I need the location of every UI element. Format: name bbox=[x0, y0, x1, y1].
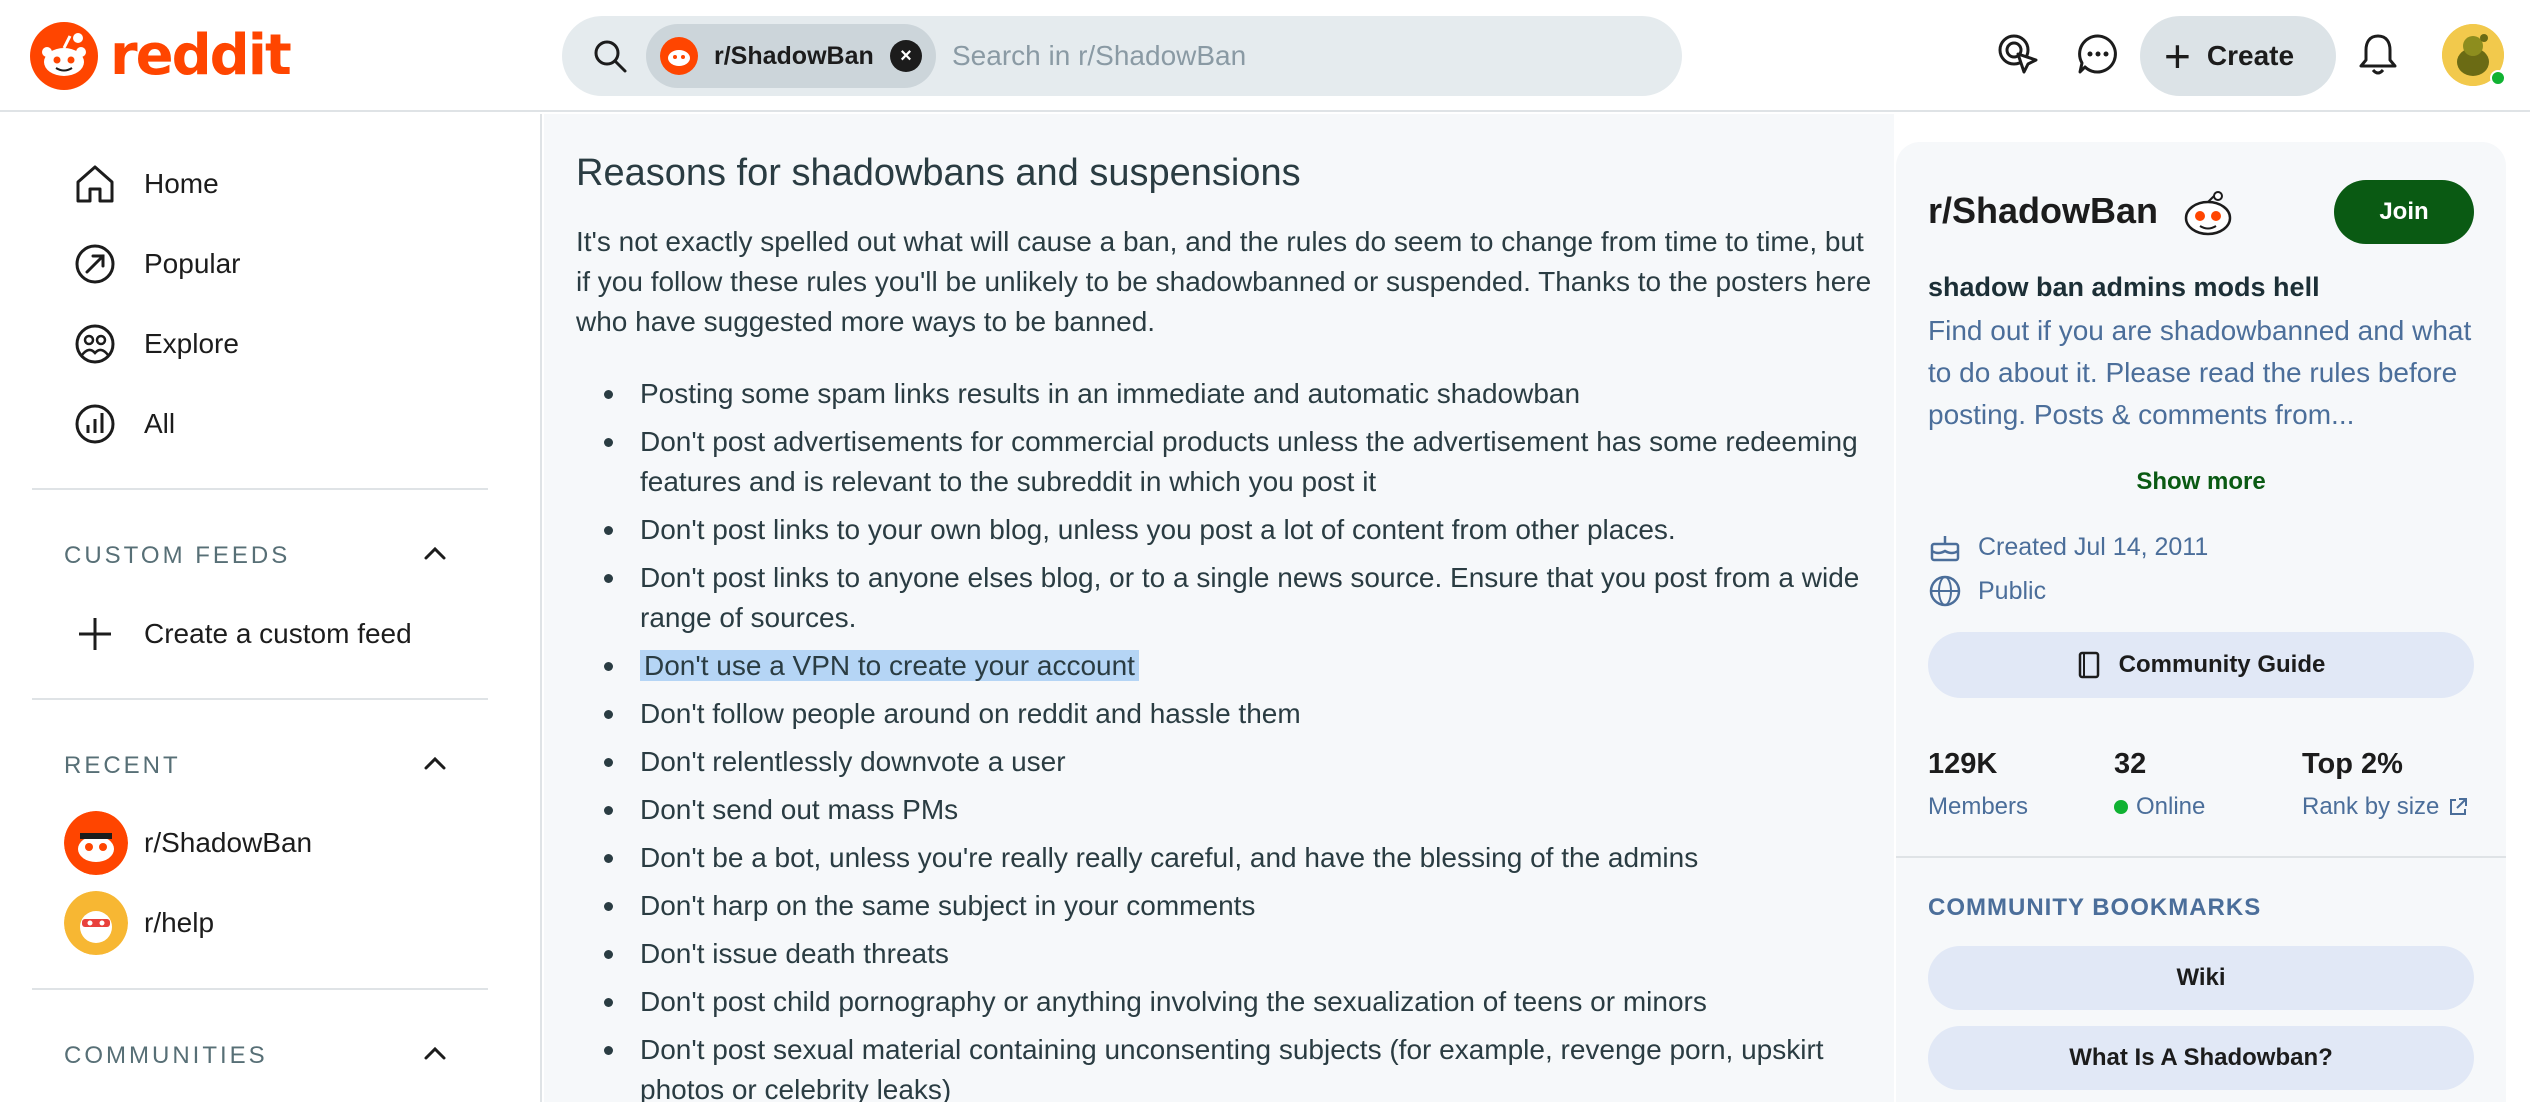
rank-label: Rank by size bbox=[2302, 793, 2440, 820]
list-item: Don't post advertisements for commercial… bbox=[576, 422, 1886, 502]
community-sidebar: r/ShadowBan Join shadow ban admins mods … bbox=[1896, 142, 2506, 1102]
search-input[interactable]: Search in r/ShadowBan bbox=[952, 40, 1246, 72]
snoo-logo-icon bbox=[30, 22, 98, 90]
left-sidebar: Home Popular Explore All CUSTOM FEEDS Cr… bbox=[0, 114, 542, 1102]
search-icon bbox=[594, 40, 627, 73]
members-label: Members bbox=[1928, 793, 2029, 820]
online-status-dot bbox=[2490, 70, 2506, 86]
list-item-selected: Don't use a VPN to create your account bbox=[576, 646, 1886, 686]
search-bar[interactable]: r/ShadowBan × Search in r/ShadowBan bbox=[562, 16, 1682, 96]
show-more-button[interactable]: Show more bbox=[1896, 468, 2506, 496]
nav-label: Home bbox=[144, 168, 219, 199]
created-label: Created Jul 14, 2011 bbox=[1978, 532, 2209, 561]
page-title: Reasons for shadowbans and suspensions bbox=[576, 152, 1301, 194]
community-guide-label: Community Guide bbox=[2118, 651, 2326, 678]
wiki-content: Reasons for shadowbans and suspensions I… bbox=[544, 114, 1894, 1102]
list-item: Don't relentlessly downvote a user bbox=[576, 742, 1886, 782]
help-avatar-icon bbox=[64, 891, 128, 955]
nav-popular[interactable]: Popular bbox=[72, 234, 241, 294]
chevron-up-icon[interactable] bbox=[420, 538, 450, 568]
bell-icon[interactable] bbox=[2350, 26, 2406, 82]
bookmark-shadowban-button[interactable]: What Is A Shadowban? bbox=[1928, 1026, 2474, 1090]
nav-home[interactable]: Home bbox=[72, 154, 219, 214]
clear-scope-icon[interactable]: × bbox=[890, 40, 922, 72]
popular-icon bbox=[72, 241, 118, 287]
create-custom-feed[interactable]: Create a custom feed bbox=[72, 604, 412, 664]
plus-icon bbox=[72, 611, 118, 657]
nav-label: Explore bbox=[144, 328, 239, 359]
rules-list: Posting some spam links results in an im… bbox=[576, 374, 1886, 1102]
visibility-label: Public bbox=[1978, 576, 2047, 605]
book-icon bbox=[2078, 651, 2099, 679]
snoo-icon bbox=[2184, 191, 2232, 236]
cake-icon bbox=[1930, 536, 1960, 562]
communities-heading[interactable]: COMMUNITIES bbox=[64, 1042, 268, 1070]
list-item: Don't issue death threats bbox=[576, 934, 1886, 974]
recent-item-help[interactable]: r/help bbox=[64, 890, 214, 956]
search-scope-label: r/ShadowBan bbox=[714, 41, 874, 70]
create-button[interactable]: + Create bbox=[2140, 16, 2336, 96]
chevron-up-icon[interactable] bbox=[420, 748, 450, 778]
list-item: Don't send out mass PMs bbox=[576, 790, 1886, 830]
plus-icon: + bbox=[2164, 30, 2191, 82]
chat-icon[interactable] bbox=[2070, 26, 2126, 82]
list-item: Don't post sexual material containing un… bbox=[576, 1030, 1886, 1102]
list-item: Don't post links to your own blog, unles… bbox=[576, 510, 1886, 550]
nav-label: All bbox=[144, 408, 176, 439]
join-button[interactable]: Join bbox=[2334, 180, 2474, 244]
community-tagline: shadow ban admins mods hell bbox=[1928, 272, 2320, 302]
rank-value: Top 2% bbox=[2302, 748, 2403, 780]
shadowban-avatar-icon bbox=[64, 811, 128, 875]
bookmark-wiki-button[interactable]: Wiki bbox=[1928, 946, 2474, 1010]
community-guide-button[interactable]: Community Guide bbox=[1928, 632, 2474, 698]
created-date: Created Jul 14, 2011 bbox=[1928, 530, 2208, 564]
recent-item-label: r/ShadowBan bbox=[144, 827, 313, 858]
nav-all[interactable]: All bbox=[72, 394, 175, 454]
advertise-icon[interactable] bbox=[1990, 26, 2046, 82]
subreddit-avatar-icon bbox=[660, 37, 698, 75]
create-custom-feed-label: Create a custom feed bbox=[144, 618, 412, 649]
all-icon bbox=[72, 401, 118, 447]
selected-text: Don't use a VPN to create your account bbox=[640, 650, 1139, 681]
online-value: 32 bbox=[2114, 748, 2147, 780]
members-stat: 129K Members bbox=[1928, 748, 2028, 821]
explore-icon bbox=[72, 321, 118, 367]
custom-feeds-heading[interactable]: CUSTOM FEEDS bbox=[64, 542, 290, 570]
list-item: Don't post child pornography or anything… bbox=[576, 982, 1886, 1022]
wiki-intro: It's not exactly spelled out what will c… bbox=[576, 226, 1872, 337]
list-item: Don't harp on the same subject in your c… bbox=[576, 886, 1886, 926]
sidebar-divider bbox=[32, 988, 488, 990]
sidebar-divider bbox=[1896, 856, 2506, 858]
home-icon bbox=[72, 161, 118, 207]
rank-stat[interactable]: Top 2% Rank by size bbox=[2302, 748, 2469, 821]
online-label: Online bbox=[2136, 793, 2206, 820]
recent-item-label: r/help bbox=[144, 907, 215, 938]
community-name[interactable]: r/ShadowBan bbox=[1928, 190, 2158, 232]
chevron-up-icon[interactable] bbox=[420, 1038, 450, 1068]
nav-explore[interactable]: Explore bbox=[72, 314, 239, 374]
search-scope-chip[interactable]: r/ShadowBan × bbox=[646, 24, 936, 88]
community-description: Find out if you are shadowbanned and wha… bbox=[1928, 315, 2472, 430]
online-stat: 32 Online bbox=[2114, 748, 2205, 821]
globe-icon bbox=[1929, 575, 1961, 607]
online-dot bbox=[2114, 800, 2128, 814]
external-link-icon bbox=[2450, 798, 2468, 815]
visibility: Public bbox=[1928, 574, 2046, 608]
create-label: Create bbox=[2206, 40, 2295, 71]
logo-wordmark: reddit bbox=[110, 23, 292, 88]
bookmarks-heading: COMMUNITY BOOKMARKS bbox=[1928, 894, 2262, 921]
list-item: Don't be a bot, unless you're really rea… bbox=[576, 838, 1886, 878]
recent-heading[interactable]: RECENT bbox=[64, 752, 181, 780]
list-item: Don't post links to anyone elses blog, o… bbox=[576, 558, 1886, 638]
list-item: Don't follow people around on reddit and… bbox=[576, 694, 1886, 734]
reddit-logo[interactable]: reddit bbox=[30, 22, 292, 90]
top-bar: reddit r/ShadowBan × Search in r/ShadowB… bbox=[0, 0, 2530, 112]
list-item: Posting some spam links results in an im… bbox=[576, 374, 1886, 414]
recent-item-shadowban[interactable]: r/ShadowBan bbox=[64, 810, 312, 876]
members-value: 129K bbox=[1928, 748, 1998, 780]
nav-label: Popular bbox=[144, 248, 241, 279]
sidebar-divider bbox=[32, 488, 488, 490]
sidebar-divider bbox=[32, 698, 488, 700]
